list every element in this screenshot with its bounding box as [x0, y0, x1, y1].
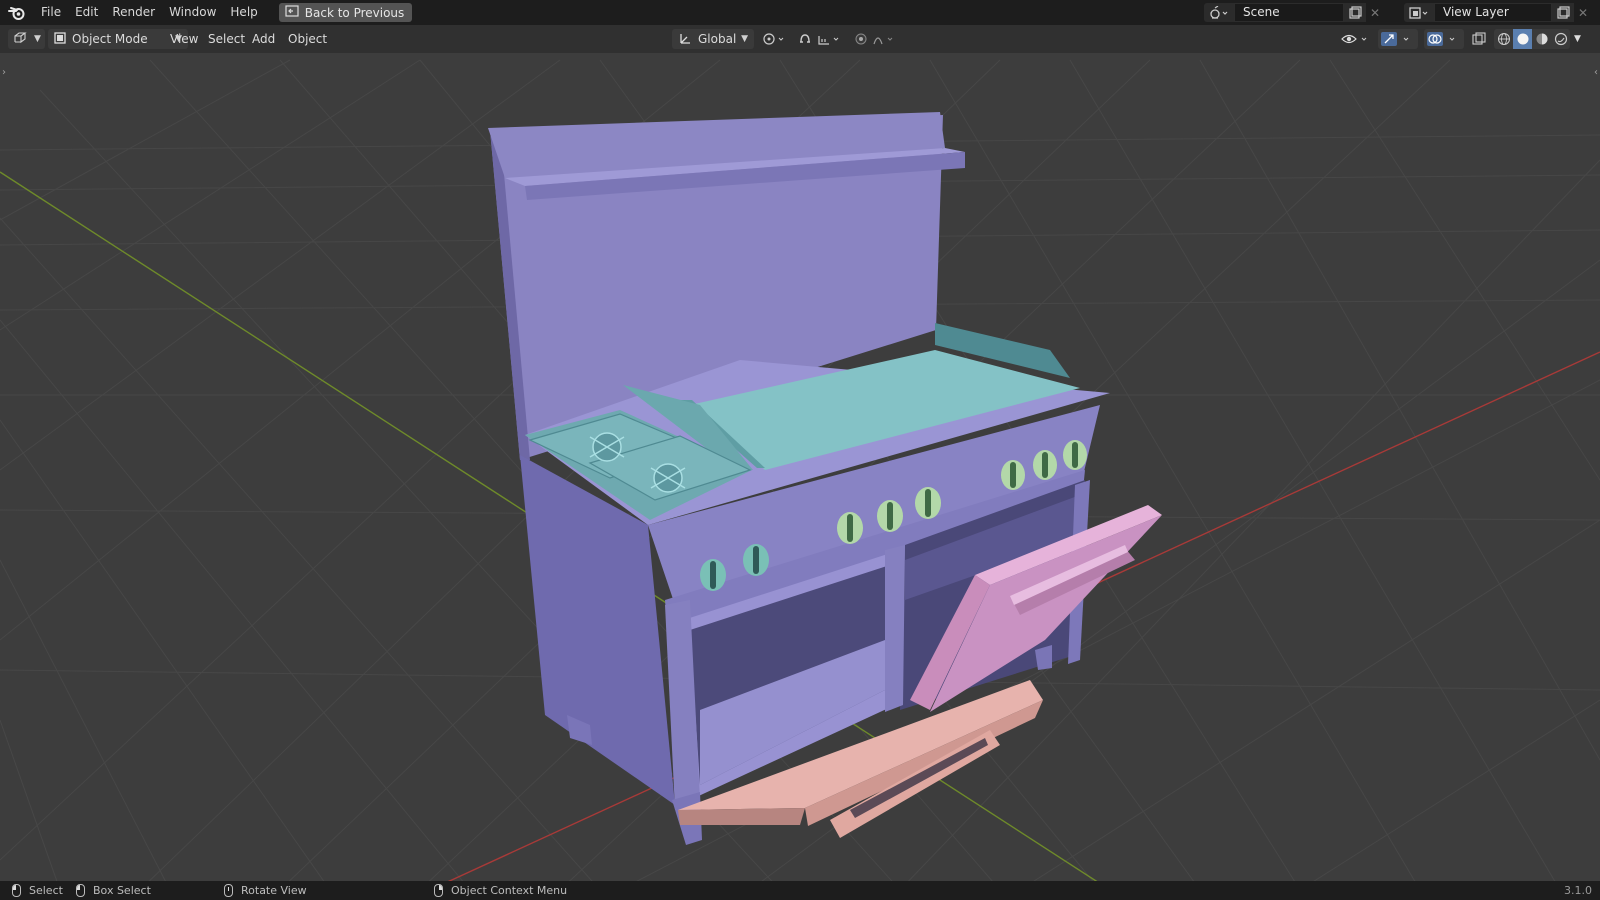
version-label: 3.1.0: [1564, 884, 1592, 897]
orientation-label: Global: [698, 32, 737, 46]
mouse-middle-icon: [224, 884, 233, 897]
toolbar-toggle-chevron-icon[interactable]: ›: [2, 67, 6, 78]
status-box-select-label: Box Select: [93, 884, 151, 897]
delete-view-layer-icon[interactable]: ✕: [1574, 3, 1592, 22]
transform-orientation-dropdown[interactable]: Global ▼: [672, 29, 754, 49]
mode-label: Object Mode: [72, 32, 148, 46]
blender-logo-icon[interactable]: [0, 0, 34, 25]
overlay-icon[interactable]: [1424, 29, 1464, 49]
menu-add[interactable]: Add: [246, 29, 281, 49]
wireframe-icon[interactable]: [1494, 29, 1513, 49]
material-preview-icon[interactable]: [1532, 29, 1551, 49]
shading-mode-group: [1494, 29, 1570, 49]
orientation-icon: [678, 31, 692, 48]
view-layer-icon[interactable]: [1404, 3, 1434, 22]
menu-select[interactable]: Select: [202, 29, 251, 49]
snap-toggle-icon[interactable]: [796, 29, 814, 49]
menu-object[interactable]: Object: [282, 29, 333, 49]
object-mode-icon: [54, 31, 66, 47]
snap-target-icon[interactable]: [816, 29, 844, 49]
sidebar-toggle-chevron-icon[interactable]: ‹: [1594, 67, 1598, 78]
back-icon: [285, 5, 299, 20]
scene-selector: Scene ✕: [1204, 3, 1384, 22]
new-view-layer-icon[interactable]: [1552, 3, 1574, 22]
menu-render[interactable]: Render: [105, 0, 162, 25]
menu-file[interactable]: File: [34, 0, 68, 25]
3d-viewport-icon: [12, 31, 28, 48]
menu-view[interactable]: View: [164, 29, 204, 49]
gizmo-icon[interactable]: [1378, 29, 1418, 49]
view-layer-selector: View Layer ✕: [1404, 3, 1592, 22]
menu-help[interactable]: Help: [223, 0, 264, 25]
new-scene-icon[interactable]: [1344, 3, 1366, 22]
status-select-label: Select: [29, 884, 63, 897]
stove-model[interactable]: [488, 112, 1162, 845]
proportional-editing-icon[interactable]: [852, 29, 870, 49]
mouse-drag-icon: [76, 884, 85, 897]
menu-window[interactable]: Window: [162, 0, 223, 25]
status-rotate-view-label: Rotate View: [241, 884, 307, 897]
chevron-down-icon: ▼: [34, 34, 41, 44]
pivot-point-icon[interactable]: [760, 29, 790, 49]
viewport-scene: [0, 59, 1600, 881]
shading-options-chevron-icon[interactable]: ▼: [1574, 29, 1581, 49]
status-select: Select: [12, 881, 63, 900]
view-layer-name-field[interactable]: View Layer: [1434, 3, 1552, 22]
back-to-previous-label: Back to Previous: [304, 5, 405, 20]
scene-name-field[interactable]: Scene: [1234, 3, 1344, 22]
top-bar: File Edit Render Window Help Back to Pre…: [0, 0, 1600, 25]
menu-edit[interactable]: Edit: [68, 0, 105, 25]
rendered-icon[interactable]: [1551, 29, 1570, 49]
xray-icon[interactable]: [1470, 29, 1488, 49]
status-context-menu-label: Object Context Menu: [451, 884, 568, 897]
mouse-right-icon: [434, 884, 443, 897]
mouse-left-icon: [12, 884, 21, 897]
status-rotate-view: Rotate View: [224, 881, 307, 900]
chevron-down-icon: ▼: [741, 34, 748, 44]
status-box-select: Box Select: [76, 881, 151, 900]
falloff-icon[interactable]: [872, 29, 898, 49]
scene-icon[interactable]: [1204, 3, 1234, 22]
back-to-previous-button[interactable]: Back to Previous: [278, 3, 413, 22]
3d-viewport[interactable]: › ‹: [0, 53, 1600, 881]
status-context-menu: Object Context Menu: [434, 881, 567, 900]
solid-icon[interactable]: [1513, 29, 1532, 49]
editor-type-dropdown[interactable]: ▼: [8, 29, 45, 49]
viewport-header: ▼ Object Mode ▼ View Select Add Object G…: [0, 25, 1600, 53]
delete-scene-icon[interactable]: ✕: [1366, 3, 1384, 22]
eye-icon[interactable]: [1340, 29, 1372, 49]
status-bar: Select Box Select Rotate View Object Con…: [0, 881, 1600, 900]
